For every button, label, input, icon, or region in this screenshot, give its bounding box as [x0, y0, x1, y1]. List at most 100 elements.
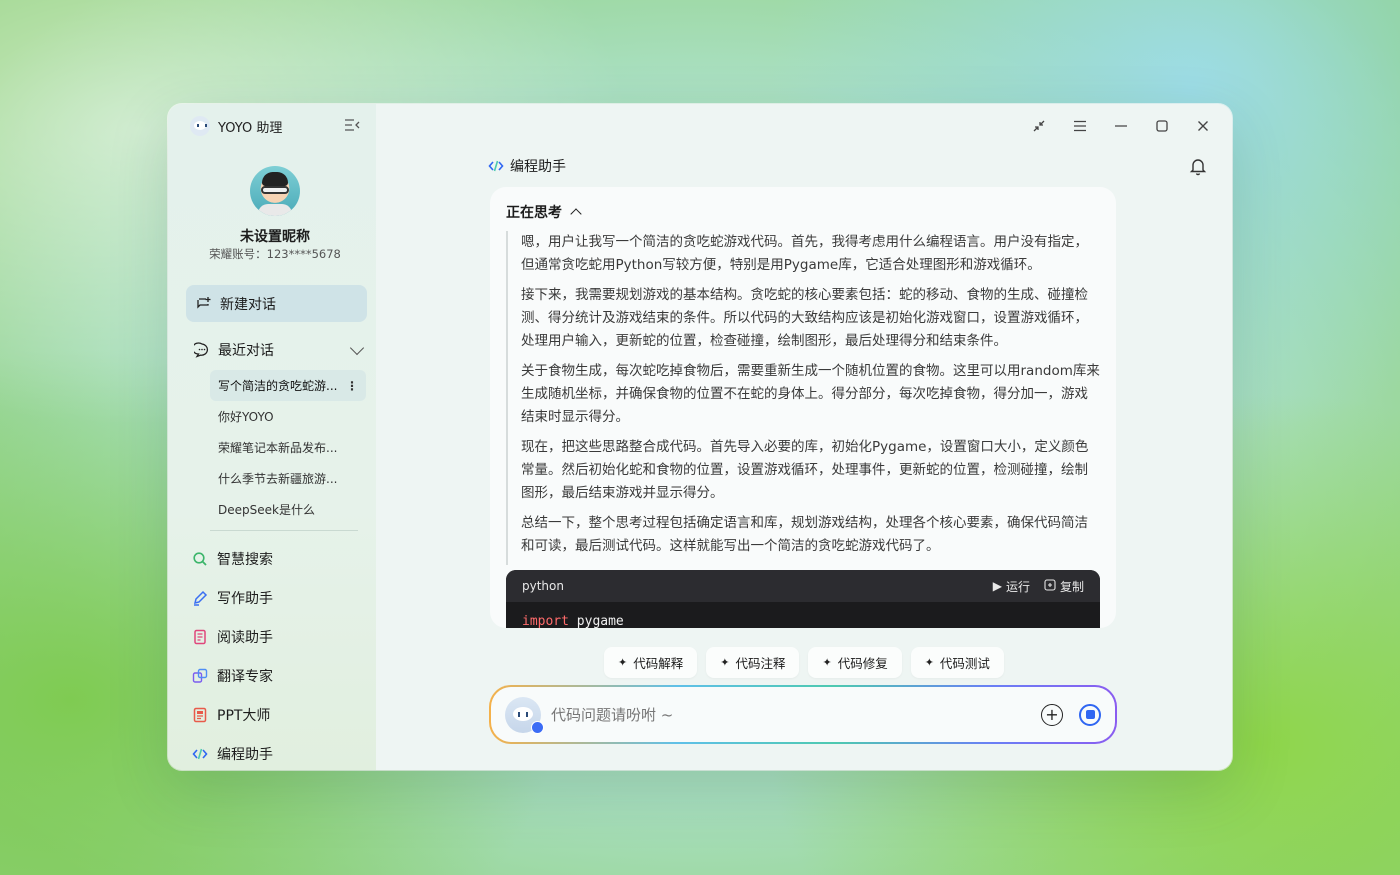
thinking-toggle[interactable]: 正在思考: [506, 202, 582, 222]
play-icon: ▶: [992, 579, 1002, 593]
chip-label: 代码解释: [633, 656, 684, 671]
new-chat-button[interactable]: 新建对话: [186, 285, 367, 322]
maximize-icon[interactable]: [1152, 116, 1171, 135]
chat-bubble-icon: [194, 342, 210, 358]
chip-label: 代码修复: [837, 656, 888, 671]
code-block: python ▶ 运行 复制 import pygame: [506, 570, 1100, 628]
code-keyword: import: [522, 614, 569, 628]
chip-code-comment[interactable]: ✦ 代码注释: [706, 647, 800, 678]
account-id: 荣耀账号：123****5678: [209, 247, 341, 261]
history-item-label: 你好YOYO: [218, 410, 274, 424]
tool-smart-search[interactable]: 智慧搜索: [192, 539, 362, 578]
chevron-down-icon: [349, 340, 365, 356]
sparkle-icon: ✦: [618, 656, 628, 669]
thought-paragraph: 总结一下，整个思考过程包括确定语言和库，规划游戏结构，处理各个核心要素，确保代码…: [521, 515, 1088, 554]
tool-ppt[interactable]: PPT大师: [192, 695, 362, 734]
document-icon: [192, 629, 208, 645]
quick-actions: ✦ 代码解释 ✦ 代码注释 ✦ 代码修复 ✦ 代码测试: [604, 647, 1004, 678]
nickname[interactable]: 未设置昵称: [168, 226, 382, 246]
copy-icon: [1044, 578, 1056, 594]
run-button[interactable]: ▶ 运行: [993, 578, 1030, 595]
main-panel: 编程助手 正在思考 嗯，用户让我写一个简洁的贪吃蛇游戏代码。首先，我得考虑用什么…: [376, 104, 1232, 770]
thought-paragraph: 接下来，我需要规划游戏的基本结构。贪吃蛇的核心要素包括：蛇的移动、食物的生成、碰…: [521, 287, 1088, 349]
chip-code-explain[interactable]: ✦ 代码解释: [604, 647, 698, 678]
recent-chats-label: 最近对话: [218, 343, 274, 359]
divider: [210, 530, 358, 531]
history-item-label: 写个简洁的贪吃蛇游...: [218, 379, 338, 393]
chat-input[interactable]: [551, 705, 1041, 724]
run-label: 运行: [1005, 579, 1030, 594]
thinking-label: 正在思考: [506, 205, 562, 221]
bell-icon[interactable]: [1188, 156, 1208, 176]
tool-coding[interactable]: 编程助手: [192, 734, 362, 770]
history-item-label: 什么季节去新疆旅游...: [218, 472, 338, 486]
page-title-label: 编程助手: [510, 159, 566, 175]
new-chat-label: 新建对话: [220, 296, 276, 313]
chip-code-fix[interactable]: ✦ 代码修复: [808, 647, 902, 678]
chip-label: 代码测试: [939, 656, 990, 671]
tool-translate[interactable]: 翻译专家: [192, 656, 362, 695]
assistant-avatar-icon[interactable]: [505, 696, 544, 734]
ppt-icon: [192, 707, 208, 723]
copy-button[interactable]: 复制: [1044, 578, 1084, 595]
shrink-icon[interactable]: [1029, 116, 1048, 135]
tool-list: 智慧搜索 写作助手 阅读助手 翻译专家 PPT大师 编程助手: [192, 539, 362, 770]
recent-chats-toggle[interactable]: 最近对话: [194, 340, 365, 360]
code-text: pygame: [568, 614, 624, 628]
page-title: 编程助手: [488, 156, 566, 176]
app-window: YOYO 助理 未设置昵称 荣耀账号：123****5678 新建对话 最近对话…: [168, 104, 1232, 770]
code-icon: [192, 746, 208, 762]
tool-label: 阅读助手: [217, 629, 273, 646]
collapse-sidebar-icon[interactable]: [344, 118, 362, 132]
history-item-label: DeepSeek是什么: [218, 503, 315, 517]
new-chat-icon: [196, 296, 212, 312]
thought-paragraph: 嗯，用户让我写一个简洁的贪吃蛇游戏代码。首先，我得考虑用什么编程语言。用户没有指…: [521, 234, 1088, 273]
avatar[interactable]: [250, 166, 300, 216]
code-icon: [488, 158, 504, 174]
tool-reading[interactable]: 阅读助手: [192, 617, 362, 656]
translate-icon: [192, 668, 208, 684]
more-options-icon[interactable]: ⋮: [346, 379, 358, 393]
input-bar: +: [489, 685, 1117, 744]
tool-label: 翻译专家: [217, 668, 273, 685]
menu-icon[interactable]: [1070, 116, 1089, 135]
chip-code-test[interactable]: ✦ 代码测试: [910, 647, 1004, 678]
history-list: 写个简洁的贪吃蛇游... ⋮ 你好YOYO 荣耀笔记本新品发布... 什么季节去…: [210, 370, 366, 525]
history-item[interactable]: 什么季节去新疆旅游...: [210, 463, 366, 494]
search-icon: [192, 551, 208, 567]
thought-paragraph: 现在，把这些思路整合成代码。首先导入必要的库，初始化Pygame，设置窗口大小，…: [521, 439, 1089, 501]
thinking-content: 嗯，用户让我写一个简洁的贪吃蛇游戏代码。首先，我得考虑用什么编程语言。用户没有指…: [506, 231, 1100, 565]
history-item[interactable]: 写个简洁的贪吃蛇游... ⋮: [210, 370, 366, 401]
app-title: YOYO 助理: [218, 120, 283, 136]
code-line: import pygame: [506, 602, 1100, 628]
close-icon[interactable]: [1193, 116, 1212, 135]
stop-generation-icon[interactable]: [1079, 703, 1101, 726]
tool-label: 写作助手: [217, 590, 273, 607]
yoyo-logo-icon: [190, 116, 210, 136]
history-item-label: 荣耀笔记本新品发布...: [218, 441, 338, 455]
copy-label: 复制: [1059, 579, 1084, 594]
app-header: YOYO 助理: [190, 116, 282, 136]
input-inner: +: [491, 687, 1115, 742]
sparkle-icon: ✦: [822, 656, 832, 669]
pen-icon: [192, 590, 208, 606]
chevron-up-icon: [570, 208, 582, 220]
chip-label: 代码注释: [735, 656, 786, 671]
history-item[interactable]: 你好YOYO: [210, 401, 366, 432]
tool-label: 智慧搜索: [217, 551, 273, 568]
sparkle-icon: ✦: [720, 656, 730, 669]
response-card: 正在思考 嗯，用户让我写一个简洁的贪吃蛇游戏代码。首先，我得考虑用什么编程语言。…: [490, 187, 1116, 628]
sidebar: YOYO 助理 未设置昵称 荣耀账号：123****5678 新建对话 最近对话…: [168, 104, 376, 770]
tool-label: PPT大师: [217, 707, 271, 724]
code-language: python: [522, 579, 564, 593]
history-item[interactable]: DeepSeek是什么: [210, 494, 366, 525]
thought-paragraph: 关于食物生成，每次蛇吃掉食物后，需要重新生成一个随机位置的食物。这里可以用ran…: [521, 363, 1100, 425]
window-controls: [1029, 116, 1212, 135]
minimize-icon[interactable]: [1111, 116, 1130, 135]
tool-writing[interactable]: 写作助手: [192, 578, 362, 617]
code-header: python ▶ 运行 复制: [506, 570, 1100, 602]
sparkle-icon: ✦: [924, 656, 934, 669]
history-item[interactable]: 荣耀笔记本新品发布...: [210, 432, 366, 463]
add-attachment-icon[interactable]: +: [1041, 703, 1063, 726]
tool-label: 编程助手: [217, 746, 273, 763]
